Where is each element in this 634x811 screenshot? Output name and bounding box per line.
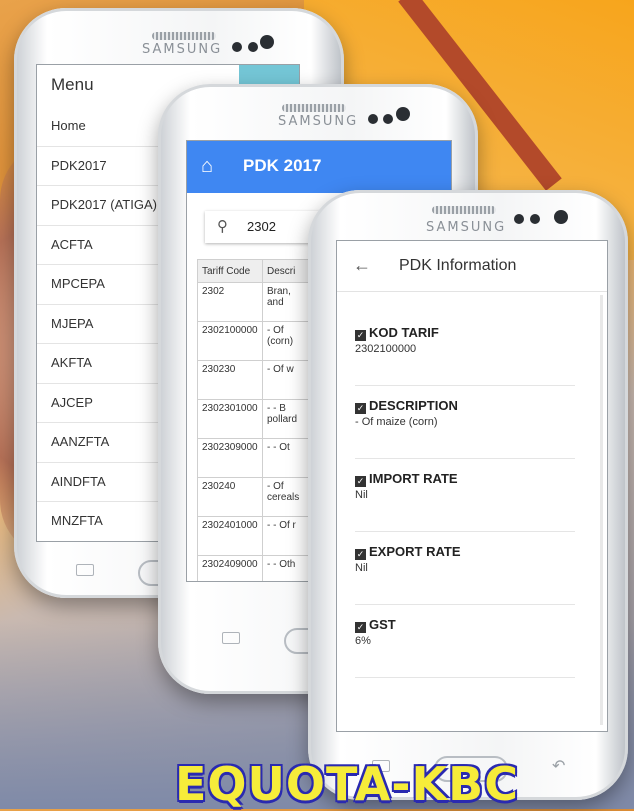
info-field: ✓ IMPORT RATE Nil — [355, 471, 575, 532]
table-row[interactable]: 230230- Of w — [197, 360, 312, 400]
brand-logo: SAMSUNG — [426, 220, 507, 235]
description-cell: - - Ot — [262, 438, 312, 478]
search-input[interactable]: 2302 — [247, 219, 276, 234]
field-label-text: EXPORT RATE — [369, 544, 461, 559]
field-label: ✓ DESCRIPTION — [355, 398, 575, 414]
phone-info: SAMSUNG ← PDK Information ✓ KOD TARIF 2302… — [308, 190, 628, 800]
table-row[interactable]: 2302 Bran, and — [197, 282, 312, 322]
app-bar: ← PDK Information — [337, 241, 607, 292]
tariff-code-cell: 2302401000 — [197, 516, 263, 556]
description-cell: - - Of r — [262, 516, 312, 556]
app-bar: ⌂ PDK 2017 — [187, 141, 451, 193]
field-label: ✓ IMPORT RATE — [355, 471, 575, 487]
brand-logo: SAMSUNG — [142, 42, 223, 57]
field-label-text: GST — [369, 617, 396, 632]
column-header: Tariff Code — [197, 259, 263, 283]
home-icon[interactable]: ⌂ — [201, 155, 213, 178]
menu-key-icon[interactable] — [76, 564, 94, 576]
front-camera — [368, 114, 378, 124]
menu-key-icon[interactable] — [222, 632, 240, 644]
info-field: ✓ EXPORT RATE Nil — [355, 544, 575, 605]
field-value: 6% — [355, 635, 371, 647]
speaker-grille — [432, 206, 496, 214]
tariff-code-cell: 230230 — [197, 360, 263, 400]
front-camera — [514, 214, 524, 224]
table-row[interactable]: 230240- Of cereals — [197, 477, 312, 517]
description-cell: - - Oth — [262, 555, 312, 581]
field-value: Nil — [355, 489, 368, 501]
search-icon: ⚲ — [217, 218, 228, 235]
brand-logo: SAMSUNG — [278, 114, 359, 129]
sensor — [554, 210, 568, 224]
field-label-text: IMPORT RATE — [369, 471, 458, 486]
description-cell: - Of (corn) — [262, 321, 312, 361]
front-camera — [232, 42, 242, 52]
table-row[interactable]: 2302100000- Of (corn) — [197, 321, 312, 361]
description-cell: - - B pollard — [262, 399, 312, 439]
sensor — [260, 35, 274, 49]
checkbox-icon: ✓ — [355, 476, 366, 487]
field-label-text: DESCRIPTION — [369, 398, 458, 413]
speaker-grille — [282, 104, 346, 112]
column-header: Descri — [262, 259, 312, 283]
table-row[interactable]: 2302309000- - Ot — [197, 438, 312, 478]
tariff-code-cell: 230240 — [197, 477, 263, 517]
front-camera — [530, 214, 540, 224]
back-arrow-icon[interactable]: ← — [353, 255, 371, 276]
field-label: ✓ EXPORT RATE — [355, 544, 575, 560]
field-label: ✓ GST — [355, 617, 575, 633]
tariff-code-cell: 2302309000 — [197, 438, 263, 478]
info-field: ✓ GST 6% — [355, 617, 575, 678]
tariff-table: Tariff Code Descri 2302 Bran, and 23021000… — [197, 259, 312, 581]
footer-title: EQUOTA-KBC — [175, 757, 519, 811]
tariff-code-cell: 2302301000 — [197, 399, 263, 439]
app-bar-title: PDK 2017 — [243, 156, 322, 175]
front-camera — [248, 42, 258, 52]
speaker-grille — [152, 32, 216, 40]
description-cell: - Of cereals — [262, 477, 312, 517]
checkbox-icon: ✓ — [355, 330, 366, 341]
tariff-code-cell: 2302409000 — [197, 555, 263, 581]
checkbox-icon: ✓ — [355, 622, 366, 633]
front-camera — [383, 114, 393, 124]
field-label-text: KOD TARIF — [369, 325, 439, 340]
tariff-code-cell: 2302 — [197, 282, 263, 322]
checkbox-icon: ✓ — [355, 403, 366, 414]
field-label: ✓ KOD TARIF — [355, 325, 575, 341]
info-screen: ← PDK Information ✓ KOD TARIF 2302100000 ✓ D… — [336, 240, 608, 732]
field-value: - Of maize (corn) — [355, 416, 438, 428]
checkbox-icon: ✓ — [355, 549, 366, 560]
back-key-icon[interactable]: ↶ — [552, 756, 565, 776]
description-cell: - Of w — [262, 360, 312, 400]
field-value: Nil — [355, 562, 368, 574]
table-row[interactable]: 2302401000- - Of r — [197, 516, 312, 556]
app-bar-title: PDK Information — [399, 257, 517, 274]
description-cell: Bran, and — [262, 282, 312, 322]
menu-title: Menu — [51, 75, 94, 94]
tariff-code-cell: 2302100000 — [197, 321, 263, 361]
field-value: 2302100000 — [355, 343, 417, 355]
table-row[interactable]: 2302301000- - B pollard — [197, 399, 312, 439]
scrollbar[interactable] — [600, 295, 603, 725]
table-row[interactable]: 2302409000- - Oth — [197, 555, 312, 581]
sensor — [396, 107, 410, 121]
info-field: ✓ DESCRIPTION - Of maize (corn) — [355, 398, 575, 459]
info-field: ✓ KOD TARIF 2302100000 — [355, 325, 575, 386]
info-list: ✓ KOD TARIF 2302100000 ✓ DESCRIPTION - Of mai… — [355, 313, 575, 678]
